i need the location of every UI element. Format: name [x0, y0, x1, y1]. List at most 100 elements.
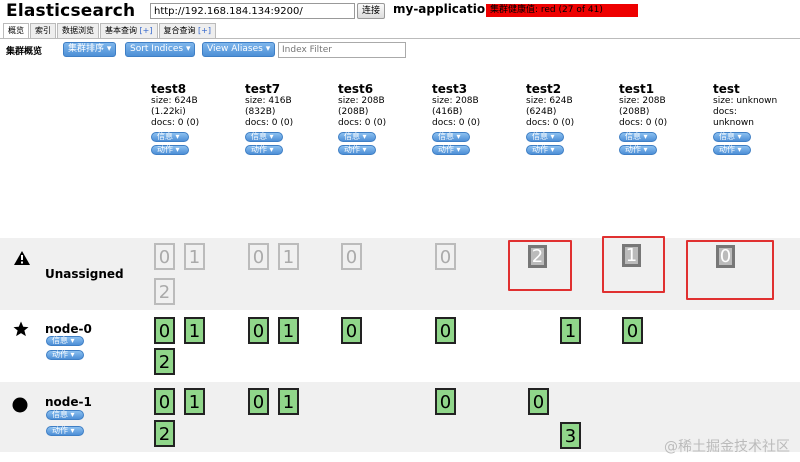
index-size: size: 416B [245, 96, 292, 106]
index-info-button[interactable]: 信息 ▾ [151, 132, 189, 142]
index-name: test1 [619, 82, 655, 96]
shard[interactable]: 3 [560, 422, 581, 449]
shard[interactable]: 0 [248, 317, 269, 344]
shard[interactable]: 1 [184, 388, 205, 415]
index-size: size: 208B [338, 96, 385, 106]
index-docs: docs: 0 (0) [151, 118, 200, 128]
tab-browser[interactable]: 数据浏览 [57, 23, 99, 38]
info-label: 信息 [157, 132, 173, 141]
shard[interactable]: 0 [341, 317, 362, 344]
index-info-button[interactable]: 信息 ▾ [619, 132, 657, 142]
shard[interactable]: 1 [278, 243, 299, 270]
index-size: size: 208B [619, 96, 666, 106]
index-info-button[interactable]: 信息 ▾ [338, 132, 376, 142]
index-info-button[interactable]: 信息 ▾ [432, 132, 470, 142]
shard[interactable]: 2 [154, 278, 175, 305]
index-column-test8: test8 size: 624B (1.22ki) docs: 0 (0) 信息… [151, 82, 199, 155]
index-column-test1: test1 size: 208B (208B) docs: 0 (0) 信息 ▾… [619, 82, 667, 155]
circle-icon [12, 397, 28, 416]
index-size-total: (208B) [619, 107, 650, 117]
index-info-button[interactable]: 信息 ▾ [245, 132, 283, 142]
index-action-button[interactable]: 动作 ▾ [151, 145, 189, 155]
index-name: test6 [338, 82, 374, 96]
node-0-info-button[interactable]: 信息 ▾ [46, 336, 84, 346]
index-docs: docs: 0 (0) [245, 118, 294, 128]
index-action-button[interactable]: 动作 ▾ [432, 145, 470, 155]
action-label: 动作 [719, 145, 735, 154]
sort-cluster-button[interactable]: 集群排序 ▾ [63, 42, 117, 57]
shard[interactable]: 1 [184, 317, 205, 344]
shard[interactable]: 0 [435, 243, 456, 270]
index-column-test2: test2 size: 624B (624B) docs: 0 (0) 信息 ▾… [526, 82, 574, 155]
index-action-button[interactable]: 动作 ▾ [526, 145, 564, 155]
index-name: test3 [432, 82, 468, 96]
index-info-button[interactable]: 信息 ▾ [713, 132, 751, 142]
shard[interactable]: 0 [154, 243, 175, 270]
shard[interactable]: 0 [248, 243, 269, 270]
shard[interactable]: 0 [622, 317, 643, 344]
action-label: 动作 [52, 426, 68, 435]
tab-overview[interactable]: 概览 [3, 23, 29, 38]
shard[interactable]: 0 [528, 388, 549, 415]
chevron-down-icon: ▾ [185, 44, 191, 54]
node-0-action-button[interactable]: 动作 ▾ [46, 350, 84, 360]
index-column-test7: test7 size: 416B (832B) docs: 0 (0) 信息 ▾… [245, 82, 293, 155]
info-label: 信息 [251, 132, 267, 141]
index-info-button[interactable]: 信息 ▾ [526, 132, 564, 142]
shard[interactable]: 0 [248, 388, 269, 415]
index-size-total: (624B) [526, 107, 557, 117]
index-docs: docs: 0 (0) [338, 118, 387, 128]
shard[interactable]: 1 [622, 244, 641, 267]
warning-icon [13, 250, 31, 269]
index-name: test7 [245, 82, 281, 96]
index-action-button[interactable]: 动作 ▾ [245, 145, 283, 155]
index-size-total: (208B) [338, 107, 369, 117]
shard[interactable]: 1 [278, 388, 299, 415]
index-action-button[interactable]: 动作 ▾ [338, 145, 376, 155]
index-action-button[interactable]: 动作 ▾ [619, 145, 657, 155]
sort-indices-button[interactable]: Sort Indices ▾ [125, 42, 196, 57]
shard[interactable]: 0 [716, 245, 735, 268]
shard[interactable]: 0 [154, 388, 175, 415]
url-input[interactable] [150, 3, 355, 19]
node-1-label: node-1 [45, 395, 92, 409]
shard[interactable]: 1 [278, 317, 299, 344]
index-size: size: 624B [151, 96, 198, 106]
star-icon [12, 320, 30, 341]
shard[interactable]: 0 [435, 388, 456, 415]
view-aliases-button[interactable]: View Aliases ▾ [202, 42, 276, 57]
action-label: 动作 [344, 145, 360, 154]
index-name: test2 [526, 82, 562, 96]
index-size: size: 208B [432, 96, 479, 106]
tab-indices[interactable]: 索引 [30, 23, 56, 38]
index-docs-label: docs: [713, 107, 737, 117]
index-column-test: test size: unknown docs: unknown 信息 ▾ 动作… [713, 82, 777, 155]
action-label: 动作 [157, 145, 173, 154]
shard[interactable]: 1 [560, 317, 581, 344]
shard[interactable]: 0 [154, 317, 175, 344]
shard[interactable]: 2 [154, 420, 175, 447]
app-title: Elasticsearch [6, 1, 136, 21]
index-size-total: (416B) [432, 107, 463, 117]
shard[interactable]: 2 [528, 245, 547, 268]
tab-basic-query-add[interactable]: [+] [140, 26, 153, 35]
index-column-test3: test3 size: 208B (416B) docs: 0 (0) 信息 ▾… [432, 82, 480, 155]
connect-button[interactable]: 连接 [357, 3, 385, 19]
shard[interactable]: 1 [184, 243, 205, 270]
tab-compound-query-add[interactable]: [+] [198, 26, 211, 35]
shard[interactable]: 2 [154, 348, 175, 375]
node-1-info-button[interactable]: 信息 ▾ [46, 410, 84, 420]
shard[interactable]: 0 [341, 243, 362, 270]
action-label: 动作 [438, 145, 454, 154]
index-column-test6: test6 size: 208B (208B) docs: 0 (0) 信息 ▾… [338, 82, 386, 155]
index-filter-input[interactable] [278, 42, 406, 58]
info-label: 信息 [52, 410, 68, 419]
tab-basic-query[interactable]: 基本查询 [+] [100, 23, 158, 38]
node-1-action-button[interactable]: 动作 ▾ [46, 426, 84, 436]
index-action-button[interactable]: 动作 ▾ [713, 145, 751, 155]
node-0-label: node-0 [45, 322, 92, 336]
shard[interactable]: 0 [435, 317, 456, 344]
tab-basic-query-label: 基本查询 [105, 26, 137, 35]
action-label: 动作 [52, 350, 68, 359]
tab-compound-query[interactable]: 复合查询 [+] [158, 23, 216, 38]
